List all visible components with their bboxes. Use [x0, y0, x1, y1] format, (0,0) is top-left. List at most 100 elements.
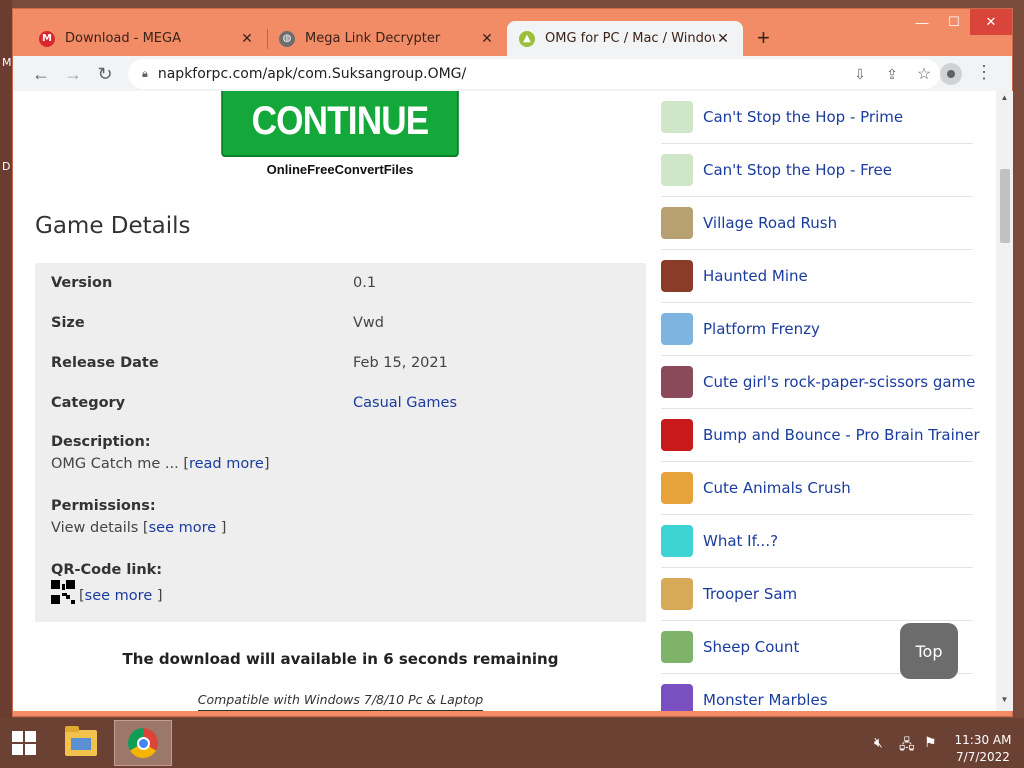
permissions-see-more-link[interactable]: see more: [149, 520, 221, 536]
browser-window: M Download - MEGA ✕ ◍ Mega Link Decrypte…: [12, 8, 1013, 717]
close-window-button[interactable]: ✕: [970, 9, 1012, 35]
tab-label: Mega Link Decrypter: [305, 31, 441, 46]
profile-avatar-icon[interactable]: [940, 63, 962, 85]
page-content: CONTINUE OnlineFreeConvertFiles Game Det…: [13, 91, 996, 711]
desktop-edge: M D: [0, 0, 12, 718]
game-thumbnail-icon: [661, 366, 693, 398]
category-link[interactable]: Casual Games: [353, 395, 457, 411]
related-item-label[interactable]: Village Road Rush: [703, 214, 837, 232]
page-scrollbar[interactable]: ▲ ▼: [996, 91, 1013, 711]
related-item-label[interactable]: Sheep Count: [703, 638, 799, 656]
permissions-label: Permissions:: [51, 498, 156, 514]
detail-row-version: Version: [51, 274, 112, 291]
network-icon[interactable]: 🖧︎: [899, 734, 915, 758]
related-item[interactable]: Village Road Rush: [661, 197, 973, 250]
scroll-up-arrow-icon[interactable]: ▲: [996, 93, 1013, 107]
game-thumbnail-icon: [661, 631, 693, 663]
related-item-label[interactable]: Haunted Mine: [703, 267, 808, 285]
folder-icon: [65, 726, 97, 756]
tab-label: OMG for PC / Mac / Windows 7.8.: [545, 31, 715, 46]
back-arrow-icon[interactable]: ←: [29, 62, 53, 86]
share-icon[interactable]: ⇪: [878, 59, 906, 89]
related-item-label[interactable]: Cute Animals Crush: [703, 479, 851, 497]
minimize-button[interactable]: —: [906, 9, 938, 35]
scrollbar-thumb[interactable]: [1000, 169, 1010, 243]
menu-dots-icon[interactable]: ⋮: [975, 62, 993, 83]
read-more-link[interactable]: read more: [189, 456, 264, 472]
version-value: 0.1: [353, 275, 377, 291]
related-item[interactable]: Bump and Bounce - Pro Brain Trainer: [661, 409, 980, 462]
qr-code-icon[interactable]: [51, 580, 75, 604]
forward-arrow-icon[interactable]: →: [61, 62, 85, 86]
game-details-table: Version 0.1 Size Vwd Release Date Feb 15…: [35, 263, 646, 622]
qr-code-text: [see more ]: [51, 580, 163, 604]
tab-omg-for-pc[interactable]: ▲ OMG for PC / Mac / Windows 7.8. ✕: [507, 21, 743, 56]
browser-toolbar: ← → ↻ 🔒︎ napkforpc.com/apk/com.Suksangro…: [13, 56, 1012, 91]
new-tab-button[interactable]: +: [757, 25, 770, 51]
desktop-icon-label-d: D: [2, 160, 11, 173]
release-date-label: Release Date: [51, 355, 159, 371]
related-item[interactable]: Monster Marbles: [661, 674, 973, 711]
related-item[interactable]: Cute girl's rock-paper-scissors game: [661, 356, 975, 409]
tab-label: Download - MEGA: [65, 31, 181, 46]
taskbar: 🔇︎ 🖧︎ ⚑ 11:30 AM 7/7/2022: [0, 718, 1024, 768]
globe-icon: ◍: [279, 30, 295, 47]
continue-caption: OnlineFreeConvertFiles: [266, 162, 414, 177]
related-item[interactable]: What If...?: [661, 515, 973, 568]
qr-code-block: QR-Code link: [see more ]: [51, 562, 163, 604]
volume-muted-icon[interactable]: 🔇︎: [874, 734, 883, 751]
description-block: Description: OMG Catch me ... [read more…: [51, 434, 269, 472]
system-clock[interactable]: 11:30 AM 7/7/2022: [952, 732, 1014, 766]
qr-see-more-link[interactable]: see more: [85, 588, 157, 604]
action-center-flag-icon[interactable]: ⚑: [924, 734, 937, 751]
continue-button[interactable]: CONTINUE: [221, 91, 459, 157]
game-thumbnail-icon: [661, 525, 693, 557]
install-app-icon[interactable]: ⇩: [846, 59, 874, 89]
related-item[interactable]: Can't Stop the Hop - Prime: [661, 91, 973, 144]
start-button[interactable]: [0, 718, 48, 768]
back-to-top-button[interactable]: Top: [900, 623, 958, 679]
game-thumbnail-icon: [661, 684, 693, 711]
scroll-down-arrow-icon[interactable]: ▼: [996, 695, 1013, 709]
mega-icon: M: [39, 30, 55, 47]
related-item-label[interactable]: Can't Stop the Hop - Prime: [703, 108, 903, 126]
description-label: Description:: [51, 434, 151, 450]
related-item-label[interactable]: Can't Stop the Hop - Free: [703, 161, 892, 179]
related-item[interactable]: Can't Stop the Hop - Free: [661, 144, 973, 197]
maximize-button[interactable]: ☐: [938, 9, 970, 35]
related-item[interactable]: Cute Animals Crush: [661, 462, 973, 515]
url-text: napkforpc.com/apk/com.Suksangroup.OMG/: [157, 66, 467, 82]
tab-download-mega[interactable]: M Download - MEGA ✕: [27, 21, 267, 56]
related-item-label[interactable]: Cute girl's rock-paper-scissors game: [703, 373, 975, 391]
related-item-label[interactable]: Trooper Sam: [703, 585, 797, 603]
release-date-value: Feb 15, 2021: [353, 355, 448, 371]
close-icon[interactable]: ✕: [239, 31, 255, 47]
related-item-label[interactable]: What If...?: [703, 532, 778, 550]
close-icon[interactable]: ✕: [715, 31, 731, 47]
tab-mega-link-decrypter[interactable]: ◍ Mega Link Decrypter ✕: [267, 21, 507, 56]
bookmark-star-icon[interactable]: ☆: [910, 59, 938, 89]
game-details-title: Game Details: [35, 213, 191, 239]
version-label: Version: [51, 275, 113, 291]
qr-code-label: QR-Code link:: [51, 562, 163, 578]
taskbar-chrome[interactable]: [114, 720, 172, 766]
game-thumbnail-icon: [661, 313, 693, 345]
related-item[interactable]: Haunted Mine: [661, 250, 973, 303]
related-item-label[interactable]: Bump and Bounce - Pro Brain Trainer: [703, 426, 980, 444]
taskbar-file-explorer[interactable]: [52, 720, 110, 766]
address-bar[interactable]: 🔒︎ napkforpc.com/apk/com.Suksangroup.OMG…: [128, 59, 940, 89]
related-item[interactable]: Trooper Sam: [661, 568, 973, 621]
related-item-label[interactable]: Platform Frenzy: [703, 320, 820, 338]
game-thumbnail-icon: [661, 472, 693, 504]
reload-icon[interactable]: ↻: [93, 62, 117, 86]
related-item[interactable]: Platform Frenzy: [661, 303, 973, 356]
size-value: Vwd: [353, 315, 384, 331]
tab-strip: M Download - MEGA ✕ ◍ Mega Link Decrypte…: [13, 9, 1012, 56]
game-thumbnail-icon: [661, 154, 693, 186]
category-label: Category: [51, 395, 126, 411]
desktop-icon-label-m: M: [2, 56, 12, 69]
windows-logo-icon: [12, 731, 36, 755]
related-item-label[interactable]: Monster Marbles: [703, 691, 828, 709]
window-controls: — ☐ ✕: [906, 9, 1012, 35]
close-icon[interactable]: ✕: [479, 31, 495, 47]
